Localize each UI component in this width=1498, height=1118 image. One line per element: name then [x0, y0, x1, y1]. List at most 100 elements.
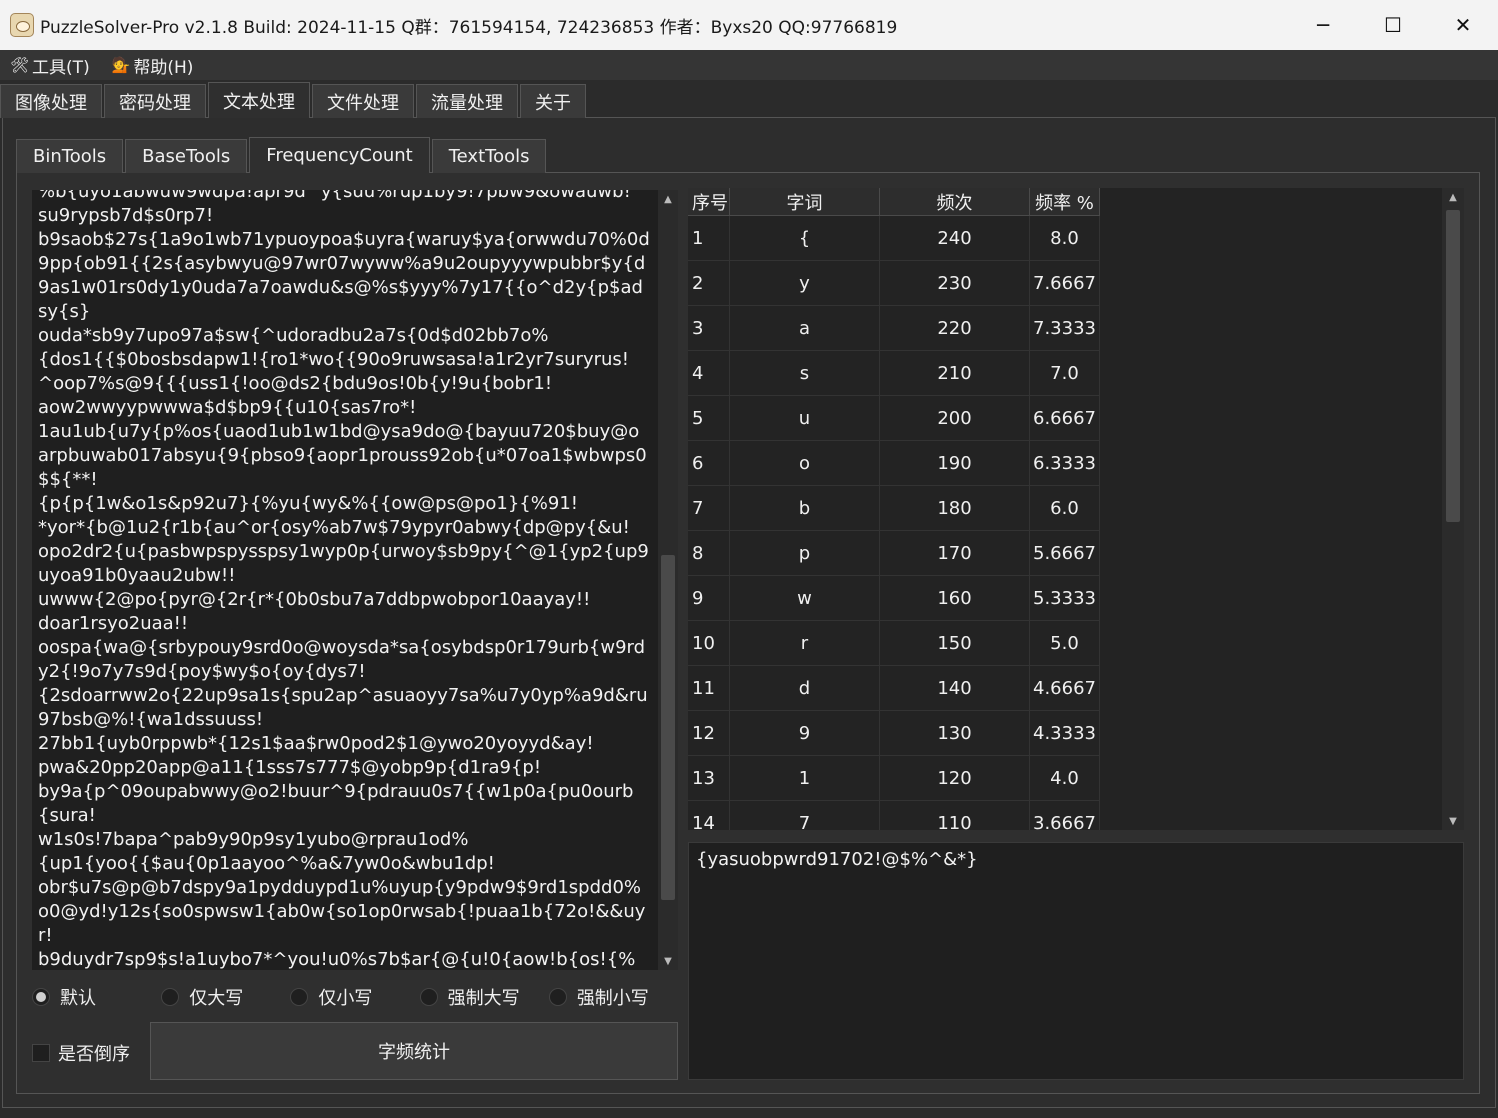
count-button[interactable]: 字频统计 [150, 1022, 678, 1080]
radio-lower-only-label: 仅小写 [318, 988, 373, 1009]
cell-rate: 6.0 [1030, 486, 1100, 531]
radio-default[interactable]: 默认 [32, 984, 161, 1010]
radio-icon [161, 988, 180, 1006]
result-text-area[interactable]: {yasuobpwrd91702!@$%^&*} [688, 842, 1464, 1080]
cell-rate: 5.3333 [1030, 576, 1100, 621]
cell-index: 2 [688, 261, 730, 306]
tools-icon: 🛠 [10, 56, 30, 74]
table-row[interactable]: 5 u 200 6.6667 [688, 396, 1100, 441]
cell-count: 150 [880, 621, 1030, 666]
cell-count: 140 [880, 666, 1030, 711]
case-options: 默认 仅大写 仅小写 强制大写 强制小写 [32, 982, 678, 1012]
tab-file[interactable]: 文件处理 [312, 84, 414, 118]
cell-word: a [730, 306, 880, 351]
table-row[interactable]: 8 p 170 5.6667 [688, 531, 1100, 576]
app-icon [10, 13, 34, 37]
table-row[interactable]: 9 w 160 5.3333 [688, 576, 1100, 621]
subtab-bintools[interactable]: BinTools [16, 139, 124, 173]
subtab-frequencycount[interactable]: FrequencyCount [249, 137, 430, 173]
cell-rate: 6.3333 [1030, 441, 1100, 486]
cell-count: 180 [880, 486, 1030, 531]
cell-index: 4 [688, 351, 730, 396]
header-count[interactable]: 频次 [880, 188, 1030, 216]
input-text: %b{uyo1abwuw9wdpa!apr9d^y{suu%rup1by9!7p… [38, 190, 650, 970]
table-row[interactable]: 10 r 150 5.0 [688, 621, 1100, 666]
radio-force-lower[interactable]: 强制小写 [548, 984, 678, 1010]
cell-rate: 5.6667 [1030, 531, 1100, 576]
radio-icon [290, 988, 309, 1006]
table-row[interactable]: 7 b 180 6.0 [688, 486, 1100, 531]
cell-count: 130 [880, 711, 1030, 756]
maximize-button[interactable]: ☐ [1358, 0, 1428, 50]
tab-traffic[interactable]: 流量处理 [416, 84, 518, 118]
cell-rate: 3.6667 [1030, 801, 1100, 830]
table-row[interactable]: 3 a 220 7.3333 [688, 306, 1100, 351]
cell-word: y [730, 261, 880, 306]
menu-tools-label: 工具(T) [32, 57, 90, 78]
close-button[interactable]: ✕ [1428, 0, 1498, 50]
cell-count: 190 [880, 441, 1030, 486]
header-index[interactable]: 序号 [688, 188, 730, 216]
subtab-basetools[interactable]: BaseTools [125, 139, 248, 173]
cell-index: 9 [688, 576, 730, 621]
table-row[interactable]: 6 o 190 6.3333 [688, 441, 1100, 486]
tab-image[interactable]: 图像处理 [0, 84, 102, 118]
cell-index: 14 [688, 801, 730, 830]
menu-bar: 🛠 工具(T) 💁 帮助(H) [0, 50, 1498, 80]
table-row[interactable]: 2 y 230 7.6667 [688, 261, 1100, 306]
radio-upper-only[interactable]: 仅大写 [161, 984, 290, 1010]
scroll-thumb[interactable] [1446, 210, 1460, 522]
tab-about[interactable]: 关于 [520, 84, 586, 118]
window-title: PuzzleSolver-Pro v2.1.8 Build: 2024-11-1… [40, 17, 898, 38]
scroll-down-icon[interactable]: ▼ [1442, 812, 1464, 830]
cell-count: 110 [880, 801, 1030, 830]
cell-word: w [730, 576, 880, 621]
cell-rate: 8.0 [1030, 216, 1100, 261]
cell-index: 10 [688, 621, 730, 666]
cell-index: 3 [688, 306, 730, 351]
cell-word: 9 [730, 711, 880, 756]
minimize-button[interactable]: ─ [1288, 0, 1358, 50]
cell-word: 7 [730, 801, 880, 830]
input-scrollbar[interactable]: ▲ ▼ [658, 190, 678, 970]
header-rate[interactable]: 频率 % [1030, 188, 1100, 216]
radio-lower-only[interactable]: 仅小写 [290, 984, 419, 1010]
cell-rate: 4.3333 [1030, 711, 1100, 756]
radio-force-upper[interactable]: 强制大写 [419, 984, 549, 1010]
table-row[interactable]: 4 s 210 7.0 [688, 351, 1100, 396]
menu-tools[interactable]: 🛠 工具(T) [10, 53, 90, 78]
header-word[interactable]: 字词 [730, 188, 880, 216]
sub-tab-bar: BinTools BaseTools FrequencyCount TextTo… [16, 137, 548, 173]
table-header: 序号 字词 频次 频率 % [688, 188, 1100, 216]
main-tab-bar: 图像处理 密码处理 文本处理 文件处理 流量处理 关于 [0, 82, 588, 118]
menu-help[interactable]: 💁 帮助(H) [112, 53, 194, 78]
tab-crypto[interactable]: 密码处理 [104, 84, 206, 118]
cell-count: 200 [880, 396, 1030, 441]
cell-word: p [730, 531, 880, 576]
radio-checked-icon [32, 988, 50, 1006]
cell-index: 5 [688, 396, 730, 441]
scroll-up-icon[interactable]: ▲ [1442, 188, 1464, 206]
tab-text[interactable]: 文本处理 [208, 82, 310, 118]
frequency-table: 序号 字词 频次 频率 % 1{240 8.0 2 y 230 7.6667 3 a 220 7.… [688, 188, 1464, 830]
table-row[interactable]: 11 d 140 4.6667 [688, 666, 1100, 711]
cell-word: o [730, 441, 880, 486]
table-row[interactable]: 13 1 120 4.0 [688, 756, 1100, 801]
cell-word: s [730, 351, 880, 396]
scroll-up-icon[interactable]: ▲ [658, 190, 678, 208]
input-text-area[interactable]: %b{uyo1abwuw9wdpa!apr9d^y{suu%rup1by9!7p… [32, 190, 678, 970]
subtab-texttools[interactable]: TextTools [431, 139, 547, 173]
reverse-label: 是否倒序 [58, 1044, 130, 1065]
scroll-thumb[interactable] [661, 555, 675, 900]
result-text: {yasuobpwrd91702!@$%^&*} [696, 849, 978, 870]
table-row[interactable]: 12 9 130 4.3333 [688, 711, 1100, 756]
reverse-checkbox[interactable]: 是否倒序 [32, 1040, 130, 1066]
scroll-down-icon[interactable]: ▼ [658, 952, 678, 970]
cell-word: 1 [730, 756, 880, 801]
help-person-icon: 💁 [111, 56, 131, 74]
table-row[interactable]: 1{240 8.0 [688, 216, 1100, 261]
table-scrollbar[interactable]: ▲ ▼ [1442, 188, 1464, 830]
cell-rate: 4.6667 [1030, 666, 1100, 711]
cell-word: b [730, 486, 880, 531]
table-row[interactable]: 14 7 110 3.6667 [688, 801, 1100, 830]
